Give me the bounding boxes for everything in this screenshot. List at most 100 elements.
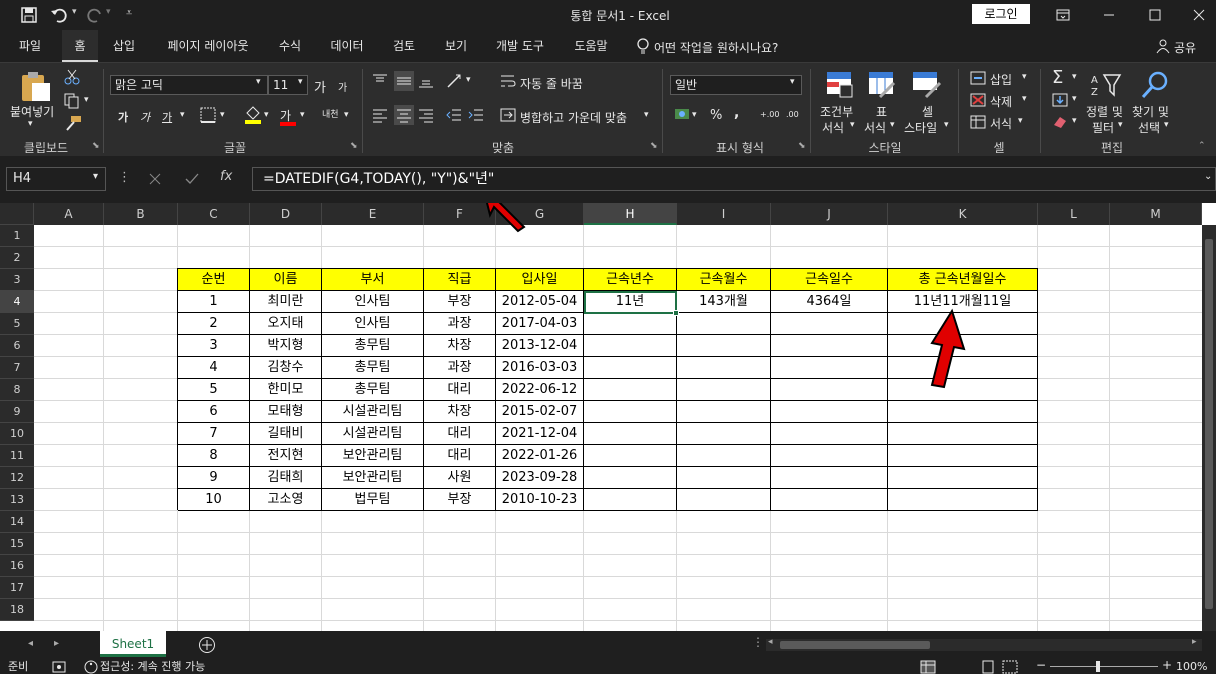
column-header-m[interactable]: M [1110, 203, 1202, 225]
table-cell[interactable] [677, 335, 770, 356]
vertical-scroll-thumb[interactable] [1205, 239, 1213, 609]
zoom-out-icon[interactable]: − [1036, 658, 1046, 672]
align-right-icon[interactable] [418, 107, 434, 123]
italic-button[interactable]: 가 [140, 109, 150, 125]
delete-cells-button[interactable]: 삭제 [990, 93, 1012, 110]
table-cell[interactable]: 2017-04-03 [496, 313, 583, 334]
table-cell[interactable] [584, 423, 676, 444]
table-cell[interactable] [771, 489, 887, 510]
horizontal-scrollbar[interactable]: ◂ ▸ [766, 637, 1202, 651]
table-cell[interactable]: 2023-09-28 [496, 467, 583, 488]
row-header-16[interactable]: 16 [0, 555, 34, 577]
prev-sheet-icon[interactable]: ◂ [28, 638, 33, 649]
table-cell[interactable]: 3 [178, 335, 249, 356]
table-cell[interactable]: 2013-12-04 [496, 335, 583, 356]
table-header-cell[interactable]: 부서 [322, 269, 423, 290]
orientation-dropdown-icon[interactable]: ▾ [466, 75, 471, 85]
table-cell[interactable] [677, 313, 770, 334]
undo-icon[interactable] [50, 6, 68, 24]
table-header-cell[interactable]: 직급 [424, 269, 495, 290]
share-icon[interactable] [1156, 38, 1172, 54]
table-cell[interactable] [677, 489, 770, 510]
insert-function-icon[interactable]: fx [220, 169, 232, 184]
find-select-label-1[interactable]: 찾기 및 [1132, 103, 1169, 120]
table-cell[interactable]: 6 [178, 401, 249, 422]
tab-help[interactable]: 도움말 [566, 30, 616, 62]
name-box[interactable]: H4 [6, 167, 106, 191]
increase-indent-icon[interactable] [468, 107, 484, 123]
table-cell[interactable] [677, 401, 770, 422]
table-cell[interactable] [584, 401, 676, 422]
table-cell[interactable]: 4 [178, 357, 249, 378]
table-cell[interactable] [677, 467, 770, 488]
table-header-cell[interactable]: 근속월수 [677, 269, 770, 290]
grow-font-button[interactable]: 가 [314, 77, 326, 96]
row-header-12[interactable]: 12 [0, 467, 34, 489]
column-header-a[interactable]: A [34, 203, 104, 225]
table-cell[interactable] [771, 379, 887, 400]
sheet-tab-sheet1[interactable]: Sheet1 [100, 631, 166, 657]
table-cell[interactable]: 10 [178, 489, 249, 510]
table-cell[interactable]: 전지현 [250, 445, 321, 466]
copy-icon[interactable] [64, 93, 80, 109]
row-header-1[interactable]: 1 [0, 225, 34, 247]
cell-styles-dropdown-icon[interactable]: ▾ [944, 120, 949, 130]
increase-decimal-button[interactable]: +.00 [760, 110, 779, 119]
expand-formula-icon[interactable]: ⌄ [1204, 171, 1212, 182]
underline-button[interactable]: 가 [162, 109, 172, 125]
horizontal-scroll-thumb[interactable] [780, 641, 930, 649]
table-cell[interactable] [771, 335, 887, 356]
cancel-entry-icon[interactable] [148, 172, 162, 186]
find-select-dropdown-icon[interactable]: ▾ [1164, 120, 1169, 130]
wrap-text-button[interactable]: 자동 줄 바꿈 [520, 75, 583, 92]
tab-insert[interactable]: 삽입 [104, 30, 144, 62]
format-cells-dropdown-icon[interactable]: ▾ [1018, 116, 1023, 126]
paste-icon[interactable] [18, 71, 52, 103]
undo-dropdown-icon[interactable]: ▾ [72, 7, 77, 17]
table-header-cell[interactable]: 이름 [250, 269, 321, 290]
formula-input[interactable]: =DATEDIF(G4,TODAY(), "Y")&"년" [252, 167, 1216, 191]
table-cell[interactable]: 보안관리팀 [322, 467, 423, 488]
table-cell[interactable] [888, 489, 1037, 510]
orientation-icon[interactable] [446, 73, 464, 89]
table-header-cell[interactable]: 근속년수 [584, 269, 676, 290]
column-header-j[interactable]: J [771, 203, 888, 225]
share-button[interactable]: 공유 [1174, 39, 1196, 56]
column-header-h[interactable]: H [584, 203, 677, 225]
table-cell[interactable] [771, 357, 887, 378]
cell-styles-label-2[interactable]: 스타일 [904, 119, 937, 136]
table-header-cell[interactable]: 입사일 [496, 269, 583, 290]
column-header-c[interactable]: C [178, 203, 250, 225]
table-cell[interactable] [888, 445, 1037, 466]
scroll-left-icon[interactable]: ◂ [768, 637, 773, 647]
redo-dropdown-icon[interactable]: ▾ [106, 7, 111, 17]
row-header-10[interactable]: 10 [0, 423, 34, 445]
row-header-8[interactable]: 8 [0, 379, 34, 401]
insert-cells-icon[interactable] [970, 71, 986, 85]
accounting-dropdown-icon[interactable]: ▾ [692, 110, 697, 120]
table-cell[interactable]: 4364일 [771, 291, 887, 312]
table-cell[interactable] [888, 423, 1037, 444]
page-break-view-icon[interactable] [1002, 660, 1018, 674]
vertical-scrollbar[interactable] [1202, 225, 1216, 631]
sort-filter-icon[interactable]: AZ [1090, 71, 1124, 99]
table-cell[interactable]: 1 [178, 291, 249, 312]
table-cell[interactable]: 2022-06-12 [496, 379, 583, 400]
table-cell[interactable]: 143개월 [677, 291, 770, 312]
table-cell[interactable] [584, 357, 676, 378]
tab-home[interactable]: 홈 [62, 30, 98, 62]
table-cell[interactable]: 2015-02-07 [496, 401, 583, 422]
table-cell[interactable]: 2021-12-04 [496, 423, 583, 444]
cell-styles-icon[interactable] [912, 71, 942, 99]
insert-cells-dropdown-icon[interactable]: ▾ [1022, 72, 1027, 82]
table-cell[interactable] [677, 379, 770, 400]
copy-dropdown-icon[interactable]: ▾ [84, 95, 89, 105]
accessibility-status[interactable]: 접근성: 계속 진행 가능 [100, 660, 205, 674]
row-header-11[interactable]: 11 [0, 445, 34, 467]
table-cell[interactable]: 8 [178, 445, 249, 466]
normal-view-icon[interactable] [920, 660, 936, 674]
decrease-indent-icon[interactable] [446, 107, 462, 123]
table-cell[interactable]: 2012-05-04 [496, 291, 583, 312]
cut-icon[interactable] [64, 69, 80, 85]
conditional-format-label-2[interactable]: 서식 [822, 119, 844, 136]
